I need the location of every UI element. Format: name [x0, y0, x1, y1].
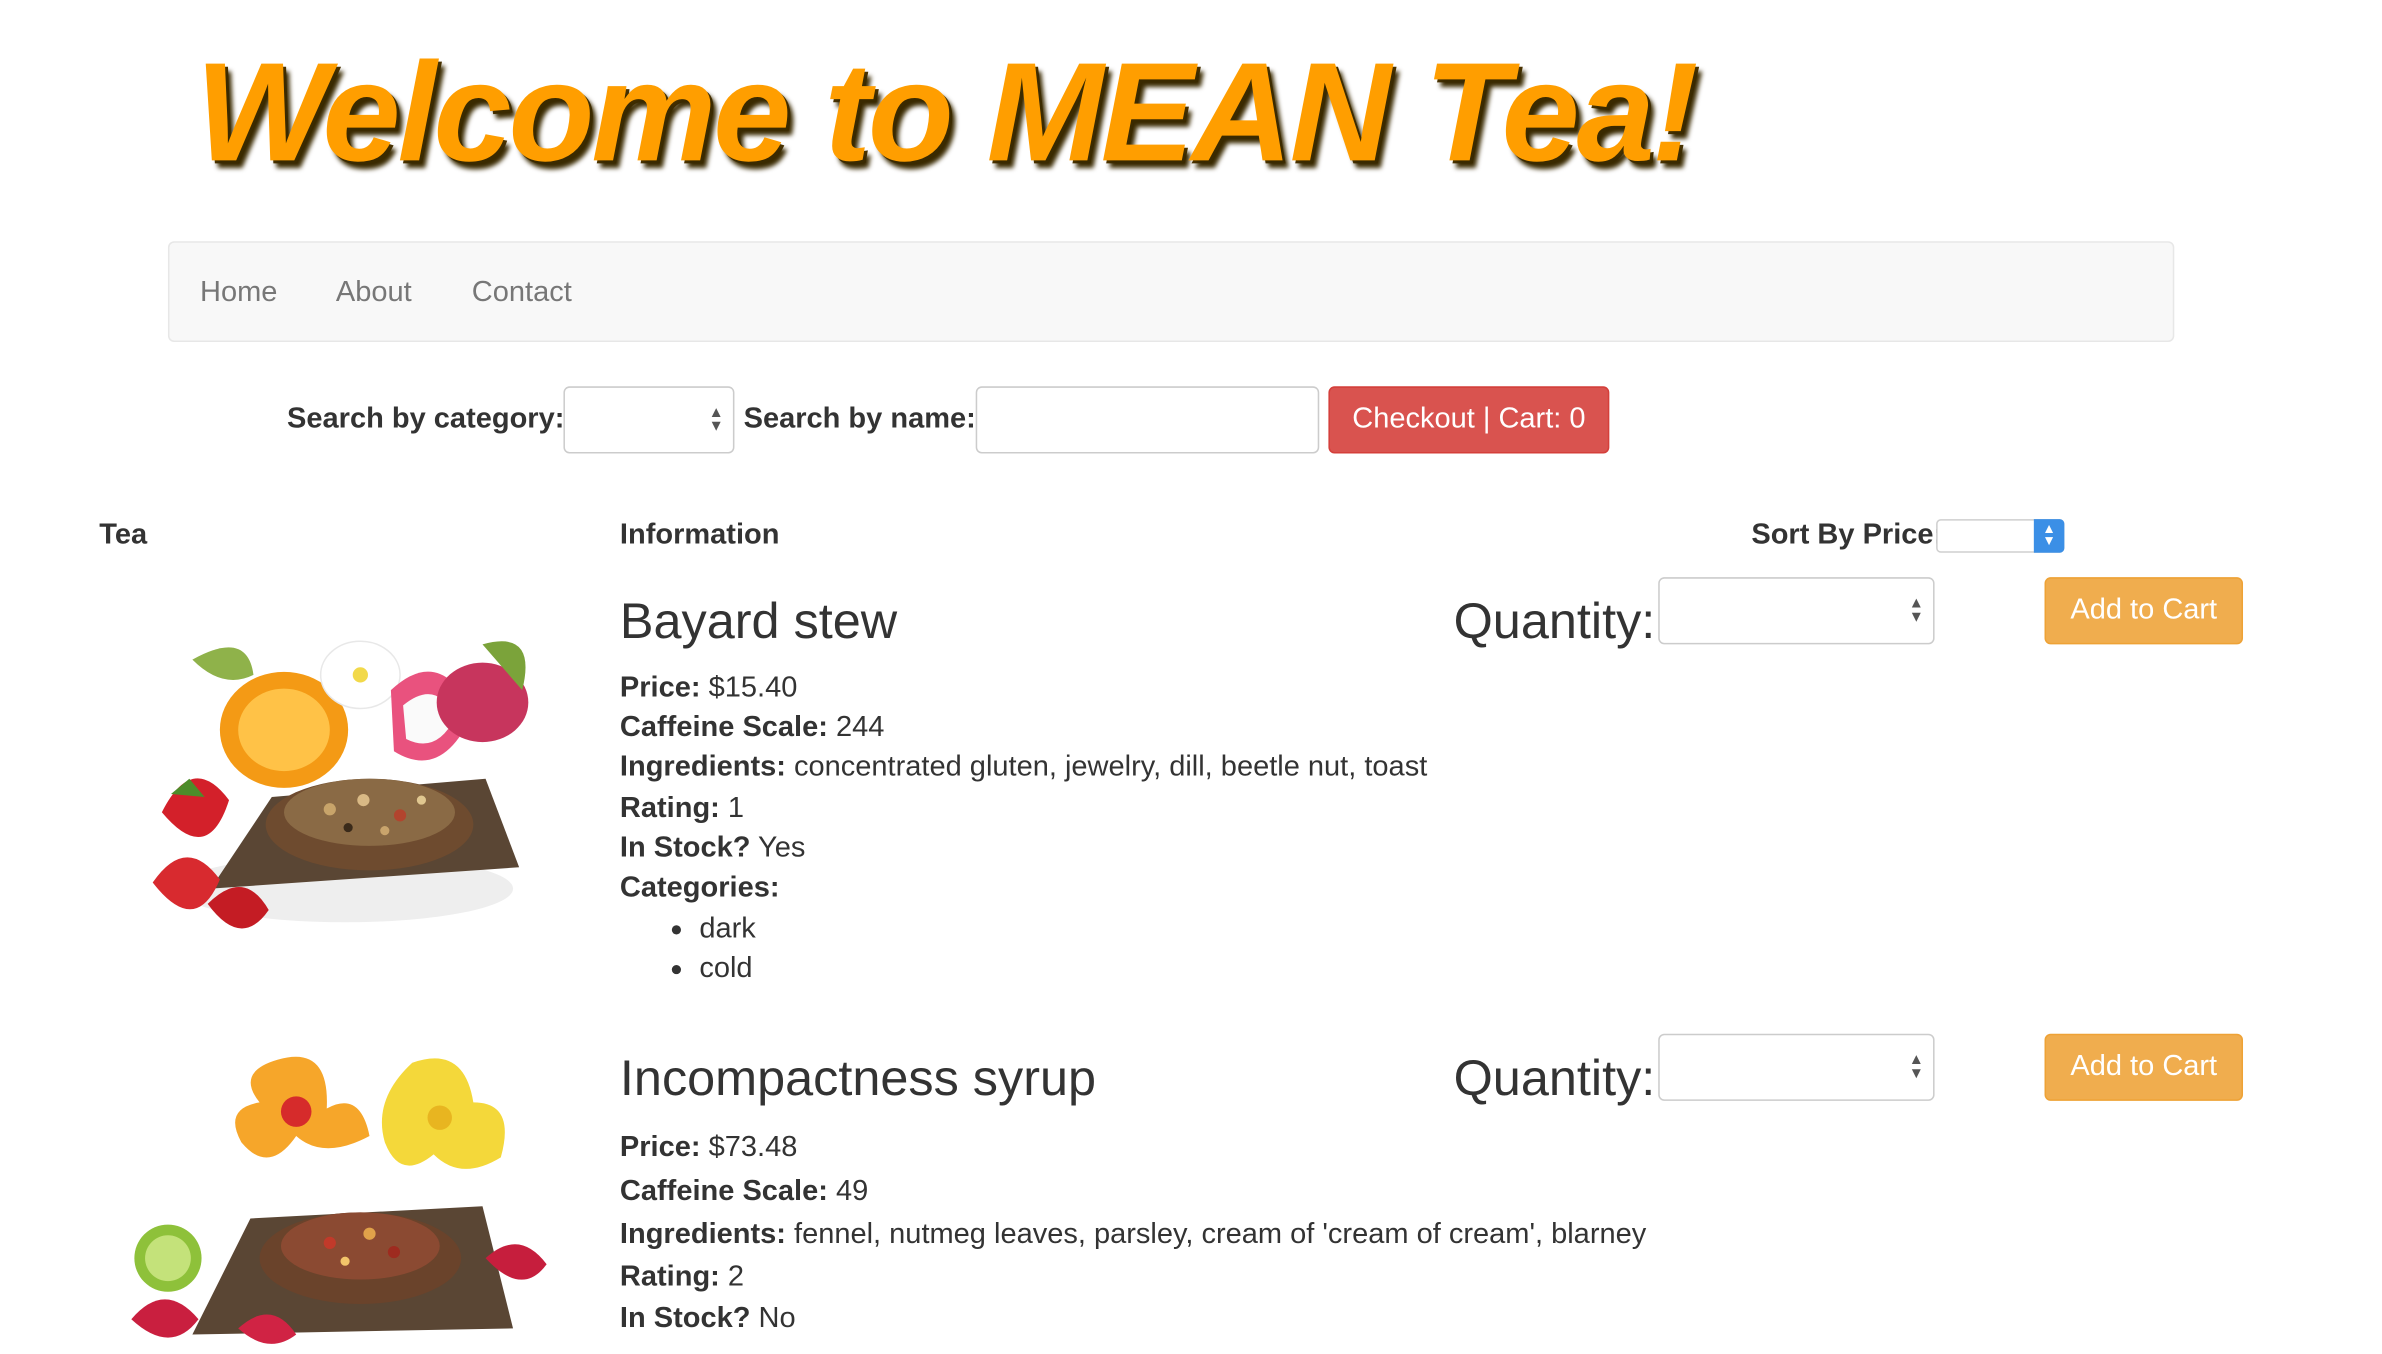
page-title: Welcome to MEAN Tea! — [195, 35, 1698, 191]
sort-by-price-label: Sort By Price: — [1751, 519, 1944, 552]
search-name-input[interactable] — [975, 386, 1320, 454]
tea-in-stock: In Stock? No — [619, 1302, 796, 1335]
chevron-updown-icon: ▲ ▼ — [2033, 519, 2065, 553]
tea-image — [100, 1029, 572, 1347]
tea-blend-with-fruit-image — [100, 583, 572, 981]
tea-blend-with-hibiscus-image — [100, 1029, 572, 1347]
category-select[interactable]: ▲ ▼ — [563, 386, 735, 454]
tea-ingredients: Ingredients: fennel, nutmeg leaves, pars… — [619, 1218, 1647, 1251]
nav-contact-link[interactable]: Contact — [472, 276, 572, 310]
tea-caffeine: Caffeine Scale: 49 — [619, 1175, 869, 1208]
bullet-icon — [671, 925, 681, 935]
select-arrows-icon: ▲ ▼ — [1908, 595, 1924, 627]
add-to-cart-button[interactable]: Add to Cart — [2044, 1033, 2244, 1101]
nav-about-link[interactable]: About — [336, 276, 412, 310]
search-name-label: Search by name: — [743, 403, 976, 436]
quantity-label: Quantity: — [1453, 592, 1656, 649]
select-arrows-icon: ▲ ▼ — [1908, 1052, 1924, 1083]
list-item: cold — [671, 953, 753, 987]
tea-price: Price: $15.40 — [619, 671, 798, 704]
add-to-cart-button[interactable]: Add to Cart — [2044, 577, 2244, 645]
navbar: Home About Contact — [167, 241, 2175, 343]
tea-name: Bayard stew — [619, 592, 898, 649]
search-category-label: Search by category: — [287, 403, 565, 436]
bullet-icon — [671, 964, 681, 975]
tea-in-stock: In Stock? Yes — [619, 832, 806, 865]
sort-by-price-select[interactable]: ▲ ▼ — [1936, 519, 2065, 553]
tea-caffeine: Caffeine Scale: 244 — [619, 711, 885, 744]
page: Welcome to MEAN Tea! Home About Contact … — [0, 0, 2382, 1347]
tea-price: Price: $73.48 — [619, 1131, 798, 1164]
tea-name: Incompactness syrup — [619, 1048, 1097, 1106]
quantity-select[interactable]: ▲ ▼ — [1658, 577, 1935, 645]
quantity-label: Quantity: — [1453, 1048, 1656, 1106]
select-arrows-icon: ▲ ▼ — [708, 404, 724, 436]
column-header-information: Information — [619, 519, 780, 552]
nav-home-link[interactable]: Home — [200, 276, 277, 310]
checkout-button[interactable]: Checkout | Cart: 0 — [1328, 386, 1610, 454]
tea-categories-label: Categories: — [619, 871, 780, 904]
quantity-select[interactable]: ▲ ▼ — [1658, 1033, 1935, 1101]
column-header-tea: Tea — [99, 519, 148, 552]
tea-ingredients: Ingredients: concentrated gluten, jewelr… — [619, 751, 1428, 784]
tea-rating: Rating: 2 — [619, 1261, 745, 1294]
tea-image — [100, 583, 572, 981]
list-item: dark — [671, 913, 756, 947]
tea-rating: Rating: 1 — [619, 792, 745, 825]
